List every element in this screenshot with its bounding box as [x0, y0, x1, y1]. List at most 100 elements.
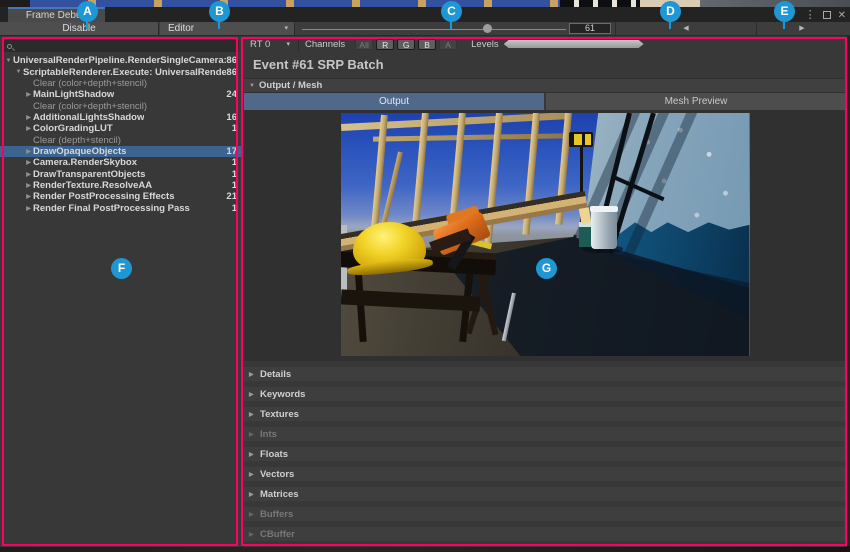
expand-open-icon[interactable]: ▼ — [4, 58, 13, 64]
channel-button-g[interactable]: G — [397, 39, 415, 50]
background-window-segment — [560, 0, 640, 7]
collapse-closed-icon: ▶ — [249, 531, 260, 538]
paint-bucket-rim — [590, 206, 618, 212]
next-event-button[interactable]: ▶ — [757, 22, 847, 35]
collapse-closed-icon: ▶ — [249, 511, 260, 518]
background-dark-segment — [0, 0, 30, 7]
collapse-closed-icon: ▶ — [249, 391, 260, 398]
output-mesh-foldout[interactable]: ▼ Output / Mesh — [244, 78, 846, 93]
section-label: Details — [260, 369, 291, 380]
next-arrow-icon: ▶ — [799, 25, 804, 32]
frame-debug-tab[interactable]: Frame Debug — [8, 7, 105, 22]
frame-event-label: ScriptableRenderer.Execute: UniversalRen… — [23, 67, 226, 78]
frame-event-row[interactable]: Clear (color+depth+stencil) — [0, 78, 242, 89]
maximize-icon[interactable] — [823, 11, 831, 19]
frame-event-row[interactable]: ▶ColorGradingLUT1 — [0, 123, 242, 134]
background-scene-top — [0, 0, 850, 7]
frame-event-label: MainLightShadow — [33, 89, 114, 100]
tab-mesh-preview[interactable]: Mesh Preview — [546, 93, 846, 110]
frame-event-label: DrawOpaqueObjects — [33, 146, 126, 157]
expand-closed-icon[interactable]: ▶ — [24, 182, 33, 189]
render-target-toolbar: RT 0 ▾ Channels AllRGBA Levels — [243, 36, 847, 52]
frame-event-row[interactable]: ▶MainLightShadow 24 — [0, 89, 242, 100]
expand-closed-icon[interactable]: ▶ — [24, 91, 33, 98]
section-label: Keywords — [260, 389, 305, 400]
frame-debug-tab-label: Frame Debug — [26, 10, 87, 21]
output-preview-image — [341, 113, 750, 356]
background-tan-segment — [640, 0, 700, 7]
frame-event-label: Clear (color+depth+stencil) — [33, 78, 147, 89]
frame-event-row[interactable]: Clear (depth+stencil) — [0, 134, 242, 145]
collapse-closed-icon: ▶ — [249, 491, 260, 498]
expand-closed-icon[interactable]: ▶ — [24, 159, 33, 166]
expand-closed-icon[interactable]: ▶ — [24, 193, 33, 200]
chevron-down-icon: ▾ — [286, 40, 290, 48]
frame-event-row[interactable]: ▶RenderTexture.ResolveAA1 — [0, 180, 242, 191]
event-slider-track[interactable] — [302, 29, 566, 30]
expand-closed-icon[interactable]: ▶ — [24, 114, 33, 121]
expand-closed-icon[interactable]: ▶ — [24, 205, 33, 212]
output-preview-area — [243, 110, 847, 361]
section-label: Floats — [260, 449, 288, 460]
levels-label: Levels — [471, 39, 498, 50]
toolbar-separator — [298, 38, 299, 51]
expand-closed-icon[interactable]: ▶ — [24, 148, 33, 155]
section-textures[interactable]: ▶Textures — [244, 407, 846, 421]
disable-button[interactable]: Disable — [0, 22, 159, 35]
event-slider-handle[interactable] — [483, 24, 492, 33]
frame-event-row[interactable]: ▶Render PostProcessing Effects21 — [0, 191, 242, 202]
frame-event-label: AdditionalLightsShadow — [33, 112, 144, 123]
chevron-down-icon: ▾ — [284, 22, 288, 35]
render-target-dropdown[interactable]: RT 0 ▾ — [250, 39, 290, 50]
frame-event-label: DrawTransparentObjects — [33, 169, 145, 180]
collapse-closed-icon: ▶ — [249, 411, 260, 418]
section-buffers[interactable]: ▶Buffers — [244, 507, 846, 521]
section-vectors[interactable]: ▶Vectors — [244, 467, 846, 481]
levels-range-slider[interactable] — [504, 40, 644, 48]
search-input[interactable] — [3, 40, 239, 52]
channel-button-a[interactable]: A — [439, 39, 457, 50]
previous-event-button[interactable]: ◀ — [616, 22, 756, 35]
section-floats[interactable]: ▶Floats — [244, 447, 846, 461]
paint-can — [579, 222, 591, 246]
frame-event-count: 24 — [226, 89, 237, 100]
close-icon[interactable]: ✕ — [838, 9, 846, 22]
section-ints[interactable]: ▶Ints — [244, 427, 846, 441]
section-cbuffer[interactable]: ▶CBuffer — [244, 527, 846, 541]
section-keywords[interactable]: ▶Keywords — [244, 387, 846, 401]
frame-event-row[interactable]: ▶Camera.RenderSkybox1 — [0, 157, 242, 168]
frame-event-count: 17 — [226, 146, 237, 157]
expand-open-icon[interactable]: ▼ — [14, 69, 23, 75]
frame-event-row[interactable]: ▶DrawTransparentObjects1 — [0, 168, 242, 179]
paint-bucket — [591, 208, 616, 249]
expand-closed-icon[interactable]: ▶ — [24, 125, 33, 132]
event-title: Event #61 SRP Batch — [243, 52, 847, 78]
frame-event-row[interactable]: Clear (color+depth+stencil) — [0, 100, 242, 111]
title-bar: Frame Debug ⋮ ✕ — [0, 7, 850, 22]
tab-output[interactable]: Output — [244, 93, 544, 110]
channel-button-r[interactable]: R — [376, 39, 394, 50]
frame-event-row[interactable]: ▼ScriptableRenderer.Execute: UniversalRe… — [0, 66, 242, 77]
kebab-menu-icon[interactable]: ⋮ — [805, 9, 816, 22]
frame-event-row[interactable]: ▼UniversalRenderPipeline.RenderSingleCam… — [0, 55, 242, 66]
event-number-field[interactable]: 61 — [569, 23, 611, 34]
frame-event-row[interactable]: ▶Render Final PostProcessing Pass1 — [0, 202, 242, 213]
frame-debugger-window: Frame Debug ⋮ ✕ Disable Editor ▾ 61 ◀ ▶ … — [0, 0, 850, 552]
channel-button-all[interactable]: All — [355, 39, 373, 50]
section-label: Ints — [260, 429, 277, 440]
target-dropdown[interactable]: Editor ▾ — [160, 22, 295, 35]
prev-arrow-icon: ◀ — [683, 25, 688, 32]
frame-event-count: 86 — [226, 67, 237, 78]
background-studs — [30, 0, 560, 7]
event-detail-panel: RT 0 ▾ Channels AllRGBA Levels Event #61… — [243, 36, 847, 547]
section-label: Vectors — [260, 469, 294, 480]
section-matrices[interactable]: ▶Matrices — [244, 487, 846, 501]
expand-closed-icon[interactable]: ▶ — [24, 171, 33, 178]
foldout-open-icon: ▼ — [249, 83, 259, 89]
frame-event-row[interactable]: ▶DrawOpaqueObjects 17 — [0, 146, 242, 157]
section-details[interactable]: ▶Details — [244, 367, 846, 381]
frame-event-row[interactable]: ▶AdditionalLightsShadow 16 — [0, 112, 242, 123]
channel-button-b[interactable]: B — [418, 39, 436, 50]
target-dropdown-value: Editor — [168, 23, 194, 34]
frame-event-count: 16 — [226, 112, 237, 123]
